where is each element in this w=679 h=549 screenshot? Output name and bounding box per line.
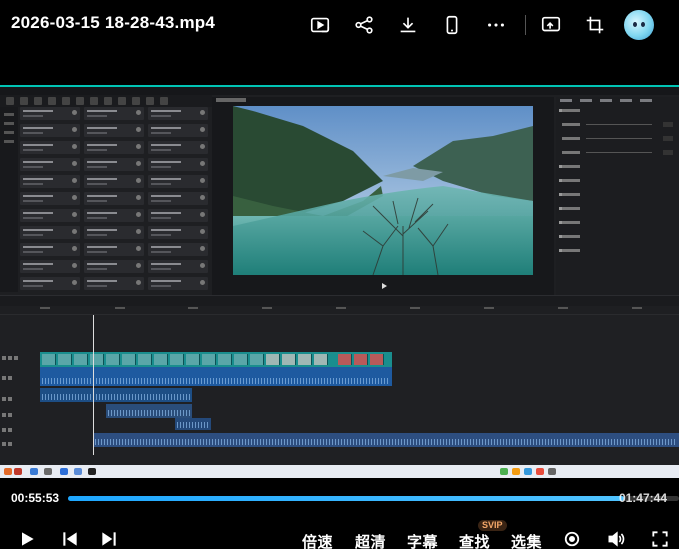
video-title: 2026-03-15 18-28-43.mp4: [11, 13, 216, 32]
audio-clip-4: [175, 418, 211, 430]
editor-timeline: [0, 315, 679, 465]
total-time: 01:47:44: [618, 491, 667, 505]
picture-in-picture-icon[interactable]: [305, 10, 335, 40]
top-bar: 2026-03-15 18-28-43.mp4: [0, 0, 679, 50]
volume-icon[interactable]: [606, 529, 626, 549]
share-icon[interactable]: [349, 10, 379, 40]
video-frame[interactable]: [0, 85, 679, 478]
more-icon[interactable]: [481, 10, 511, 40]
screen-cast-icon[interactable]: [536, 10, 566, 40]
top-icon-group: [305, 10, 654, 40]
previous-button[interactable]: [60, 529, 80, 549]
landscape-preview-image: [233, 106, 533, 275]
search-button[interactable]: 查找: [459, 531, 490, 549]
editor-asset-panel: [20, 107, 210, 297]
audio-clip-2: [40, 388, 192, 402]
audio-clip-3: [106, 404, 192, 418]
editor-toolbar: [0, 95, 212, 107]
quality-button[interactable]: 超清: [355, 531, 386, 549]
speed-button[interactable]: 倍速: [302, 531, 333, 549]
crop-icon[interactable]: [580, 10, 610, 40]
download-icon[interactable]: [393, 10, 423, 40]
top-divider: [525, 15, 526, 35]
progress-bar[interactable]: [68, 496, 679, 501]
audio-clip-5: [93, 433, 679, 447]
progress-fill: [68, 496, 624, 501]
desktop-taskbar: [0, 465, 679, 478]
danmaku-icon[interactable]: [562, 529, 582, 549]
editor-left-nav: [0, 107, 18, 292]
editor-playhead: [93, 315, 94, 455]
editor-properties-panel: [556, 97, 679, 295]
preview-controls: [216, 283, 550, 289]
editor-timeline-ruler: [0, 306, 679, 315]
episodes-button[interactable]: 选集: [511, 531, 542, 549]
phone-icon[interactable]: [437, 10, 467, 40]
svip-badge: SVIP: [478, 520, 507, 531]
fullscreen-icon[interactable]: [650, 529, 670, 549]
subtitle-button[interactable]: 字幕: [407, 531, 438, 549]
editor-preview-panel: [212, 97, 554, 295]
play-button[interactable]: [17, 529, 37, 549]
next-button[interactable]: [99, 529, 119, 549]
editor-timeline-toolbar: [0, 295, 679, 306]
editor-title-bar: [0, 85, 679, 95]
current-time: 00:55:53: [11, 491, 60, 505]
mascot-avatar[interactable]: [624, 10, 654, 40]
